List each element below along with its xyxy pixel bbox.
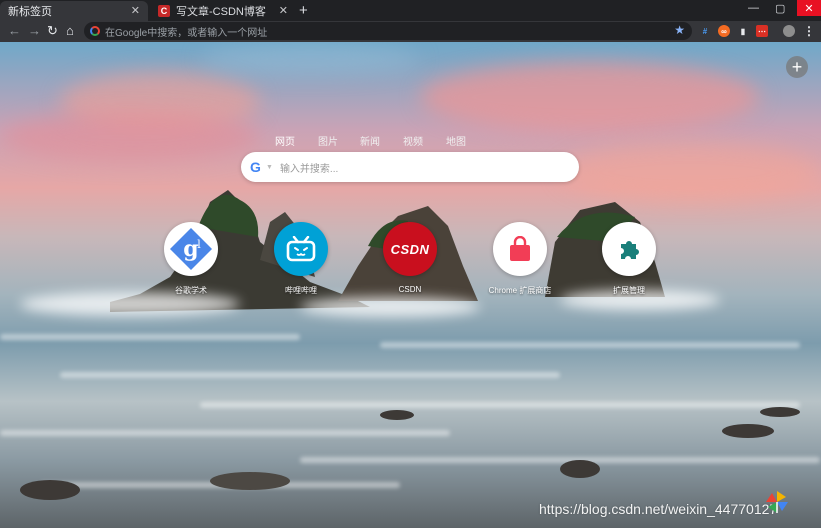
scope-tab-maps[interactable]: 地图 [446,133,466,148]
engine-dropdown-icon[interactable]: ▼ [266,164,273,171]
watermark-text: https://blog.csdn.net/weixin_44770127 [539,501,778,517]
chrome-web-store-icon [493,222,547,276]
shortcut-csdn[interactable]: CSDN CSDN [355,222,465,294]
hash-extension-icon[interactable]: # [699,25,711,37]
search-placeholder: 输入并搜索... [279,163,339,175]
toolbar: ← → ↻ ⌂ 在Google中搜索，或者输入一个网址 ★ # ∞ ▮ ⋯ ⋮ [0,21,821,42]
new-tab-button[interactable]: + [299,2,308,19]
svg-text:l: l [197,238,201,251]
puzzle-icon [602,222,656,276]
menu-icon[interactable]: ⋮ [803,24,815,38]
shortcut-label: 谷歌学术 [175,286,207,295]
shortcut-label: Chrome 扩展商店 [488,286,552,295]
csdn-logo-text: CSDN [390,241,430,257]
scope-tab-video[interactable]: 视频 [403,133,423,148]
tab-title: 新标签页 [8,6,52,18]
close-tab-icon[interactable]: ✕ [279,4,288,17]
scope-tab-images[interactable]: 图片 [318,133,338,148]
tab-title: 写文章-CSDN博客 [176,6,266,18]
reload-icon[interactable]: ↻ [47,23,58,39]
profile-avatar-icon[interactable] [783,25,795,37]
csdn-favicon-icon: C [158,5,170,17]
scope-tab-web[interactable]: 网页 [275,133,295,148]
google-logo-icon[interactable]: G [250,159,263,175]
bilibili-icon [274,222,328,276]
restore-icon[interactable]: ▢ [775,2,785,15]
bookmark-icon[interactable]: ▮ [737,25,749,37]
shortcut-extensions[interactable]: 扩展管理 [574,222,684,296]
tab-new-tab[interactable]: 新标签页 ✕ [0,1,148,21]
close-tab-icon[interactable]: ✕ [131,4,140,17]
google-icon [90,26,100,36]
home-icon[interactable]: ⌂ [66,23,74,38]
shortcut-label: CSDN [398,285,422,294]
back-icon[interactable]: ← [8,23,21,38]
shortcut-label: 扩展管理 [613,286,645,295]
shortcut-chrome-web-store[interactable]: Chrome 扩展商店 [465,222,575,296]
red-extension-icon[interactable]: ⋯ [756,25,768,37]
orange-extension-icon[interactable]: ∞ [718,25,730,37]
address-bar[interactable]: 在Google中搜索，或者输入一个网址 ★ [84,22,692,40]
search-input[interactable]: G ▼ 输入并搜索... [241,152,579,182]
bookmark-star-icon[interactable]: ★ [674,23,685,37]
tab-csdn-write[interactable]: C 写文章-CSDN博客 ✕ [150,1,296,21]
shortcut-bilibili[interactable]: 哔哩哔哩 [246,222,356,296]
pinwheel-icon [766,491,788,513]
scope-tab-news[interactable]: 新闻 [360,133,380,148]
address-placeholder: 在Google中搜索，或者输入一个网址 [105,27,268,39]
csdn-icon: CSDN [383,222,437,276]
shortcut-label: 哔哩哔哩 [285,286,317,295]
google-scholar-icon: g l [164,222,218,276]
minimize-icon[interactable]: — [748,2,759,14]
new-tab-page: + 网页 图片 新闻 视频 地图 G ▼ 输入并搜索... g l 谷歌学术 哔… [0,42,821,528]
forward-icon[interactable]: → [28,23,41,38]
shortcut-google-scholar[interactable]: g l 谷歌学术 [136,222,246,296]
add-shortcut-button[interactable]: + [786,56,808,78]
close-window-icon[interactable]: ✕ [797,0,821,16]
tab-strip: 新标签页 ✕ C 写文章-CSDN博客 ✕ + — ▢ ✕ [0,0,821,21]
